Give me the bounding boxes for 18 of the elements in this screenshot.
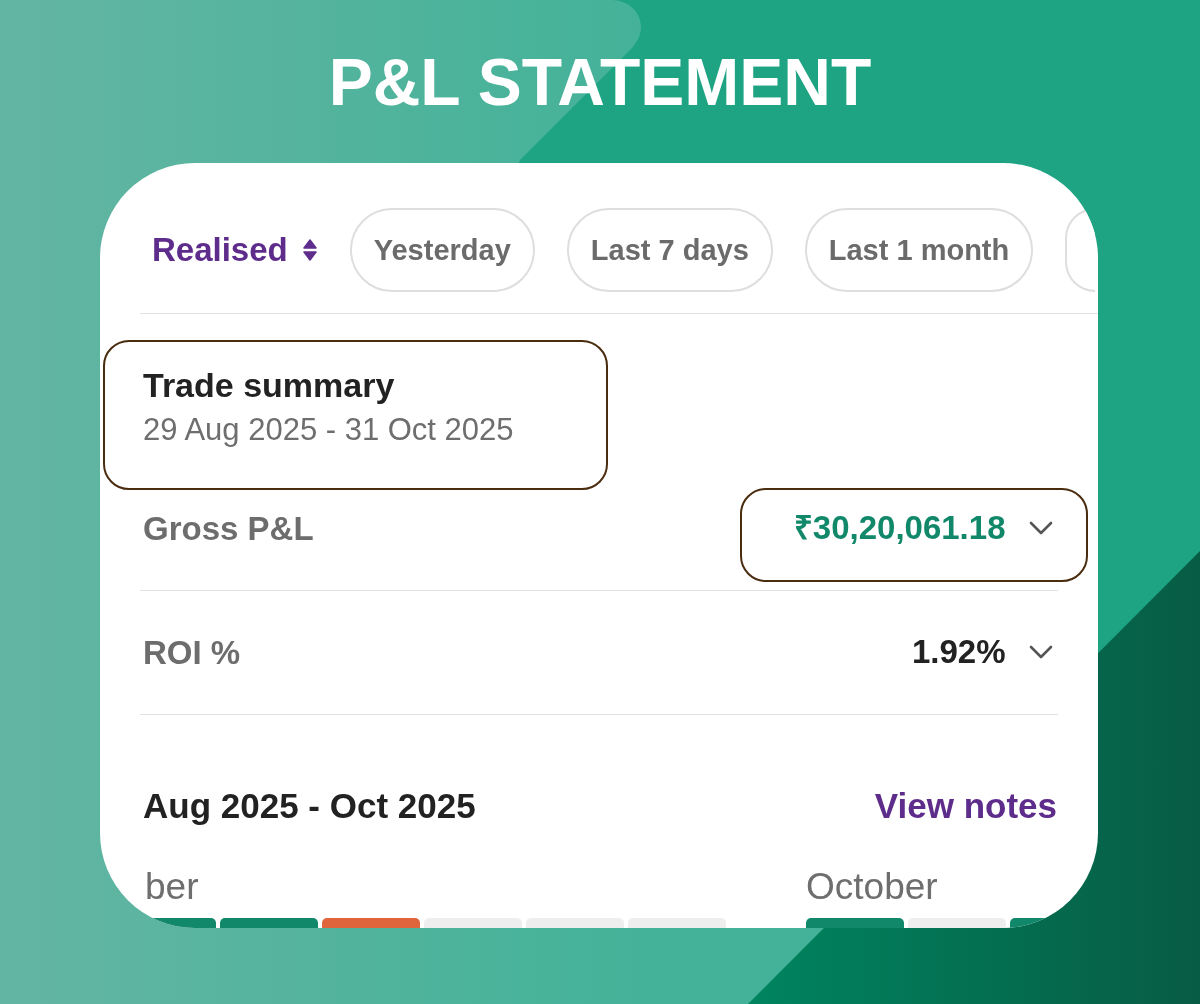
month-label: ber <box>145 867 199 907</box>
date-range-text: 29 Aug 2025 - 31 Oct 2025 <box>143 412 514 448</box>
metric-value: 1.92% <box>911 631 1006 672</box>
section-title: Trade summary <box>143 365 395 405</box>
metric-label: ROI % <box>143 632 241 673</box>
page-title: P&L STATEMENT <box>328 48 872 115</box>
chevron-down-icon[interactable] <box>1028 520 1053 535</box>
chevron-down-icon[interactable] <box>1028 644 1053 659</box>
view-notes-link[interactable]: View notes <box>874 786 1057 826</box>
pnl-type-dropdown[interactable]: Realised <box>152 230 318 270</box>
metric-label: Gross P&L <box>143 508 314 549</box>
metric-value: ₹30,20,061.18 <box>793 507 1006 548</box>
filter-chip[interactable]: Last 1 month <box>804 208 1034 292</box>
filter-chip[interactable]: Yesterday <box>349 208 535 292</box>
month-label: October <box>806 867 938 907</box>
period-heading: Aug 2025 - Oct 2025 <box>143 786 476 826</box>
filter-chip[interactable]: Last 7 days <box>566 208 773 292</box>
sort-icon <box>301 238 318 262</box>
